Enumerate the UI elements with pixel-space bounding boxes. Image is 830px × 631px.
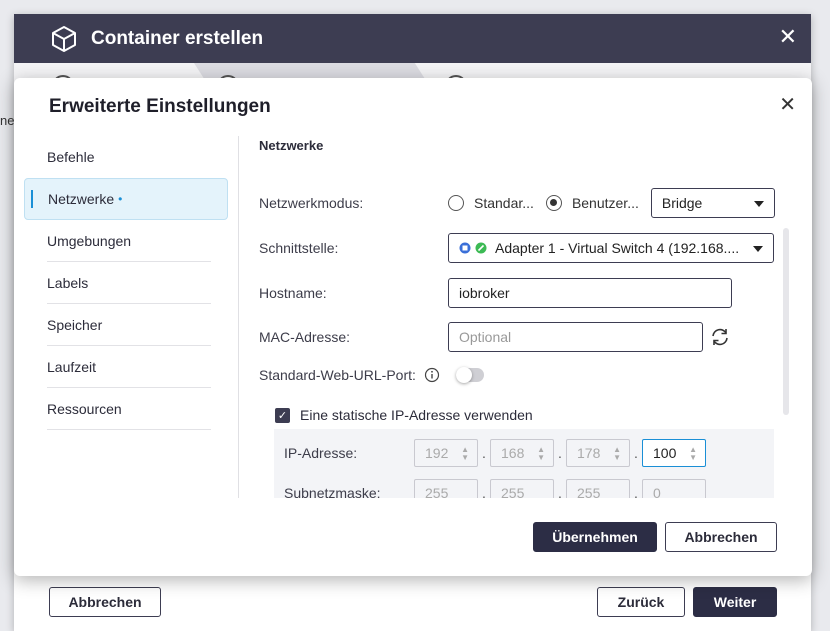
sidebar-item-label: Speicher xyxy=(47,317,103,333)
spinner-icon: ▲ ▼ xyxy=(537,445,545,462)
dialog-footer: Übernehmen Abbrechen xyxy=(533,522,777,552)
sidebar-item-netzwerke[interactable]: Netzwerke • xyxy=(24,178,228,220)
wizard-title: Container erstellen xyxy=(91,27,264,49)
wizard-header: Container erstellen ✕ xyxy=(14,14,811,63)
interface-row: Schnittstelle: Adapter 1 - Virtual Switc… xyxy=(259,233,774,263)
static-ip-label: Eine statische IP-Adresse verwenden xyxy=(300,407,533,423)
static-ip-panel: IP-Adresse: 192 ▲ ▼ . 168 ▲ ▼ . 178 ▲ ▼ . 100 ▲… xyxy=(274,429,774,498)
subnet-row: Subnetzmaske: 255 . 255 . 255 . 0 xyxy=(284,479,706,498)
ip-separator: . xyxy=(482,445,486,461)
web-url-port-toggle[interactable] xyxy=(455,367,484,383)
subnet-octet-value: 255 xyxy=(425,485,449,498)
ip-octet-value: 100 xyxy=(653,445,677,461)
select-value: Bridge xyxy=(661,195,703,211)
chevron-down-icon xyxy=(753,201,764,207)
mac-input[interactable]: Optional xyxy=(448,322,703,352)
static-ip-row: ✓ Eine statische IP-Adresse verwenden xyxy=(275,407,533,423)
radio-standard[interactable]: Standar... xyxy=(448,195,534,211)
ip-octet-value: 178 xyxy=(577,445,601,461)
subnet-octet-value: 0 xyxy=(653,485,661,498)
sidebar-item-label: Befehle xyxy=(47,149,95,165)
sidebar-item-label: Laufzeit xyxy=(47,359,97,375)
container-cube-icon xyxy=(52,25,76,52)
subnet-octet-value: 255 xyxy=(577,485,601,498)
divider xyxy=(238,136,239,498)
network-mode-label: Netzwerkmodus: xyxy=(259,195,364,211)
close-icon[interactable]: ✕ xyxy=(779,92,796,117)
sidebar-item-laufzeit[interactable]: Laufzeit xyxy=(24,346,228,388)
sidebar-item-label: Labels xyxy=(47,275,89,291)
sidebar-item-label: Umgebungen xyxy=(47,233,132,249)
subnet-octet-4[interactable]: 0 xyxy=(642,479,706,498)
chevron-down-icon xyxy=(753,246,763,252)
mac-row: MAC-Adresse: Optional xyxy=(259,322,731,352)
refresh-icon[interactable] xyxy=(709,326,731,348)
wizard-back-button[interactable]: Zurück xyxy=(597,587,685,617)
hostname-row: Hostname: iobroker xyxy=(259,278,732,308)
subnet-octet-2[interactable]: 255 xyxy=(490,479,554,498)
ip-address-row: IP-Adresse: 192 ▲ ▼ . 168 ▲ ▼ . 178 ▲ ▼ . 100 ▲… xyxy=(284,439,706,467)
wizard-close-icon[interactable]: ✕ xyxy=(779,26,797,48)
ip-octet-value: 192 xyxy=(425,445,449,461)
subnet-octet-value: 255 xyxy=(501,485,525,498)
ip-octet-4[interactable]: 100 ▲ ▼ xyxy=(642,439,706,467)
interface-select[interactable]: Adapter 1 - Virtual Switch 4 (192.168...… xyxy=(448,233,774,263)
wizard-cancel-button[interactable]: Abbrechen xyxy=(49,587,161,617)
ip-separator: . xyxy=(558,445,562,461)
sidebar-item-umgebungen[interactable]: Umgebungen xyxy=(24,220,228,262)
cancel-button[interactable]: Abbrechen xyxy=(665,522,777,552)
ip-octet-1[interactable]: 192 ▲ ▼ xyxy=(414,439,478,467)
radio-circle-selected xyxy=(545,195,562,211)
spinner-icon: ▲ ▼ xyxy=(689,445,697,462)
radio-circle xyxy=(448,195,464,211)
network-mode-select[interactable]: Bridge xyxy=(650,188,775,218)
adapter-icon xyxy=(459,242,471,254)
interface-label: Schnittstelle: xyxy=(259,240,339,256)
hostname-input[interactable]: iobroker xyxy=(448,278,732,308)
modified-indicator: • xyxy=(118,192,123,206)
info-icon[interactable] xyxy=(424,367,440,383)
select-value: Adapter 1 - Virtual Switch 4 (192.168...… xyxy=(495,240,740,256)
radio-custom[interactable]: Benutzer... xyxy=(545,195,639,211)
dialog-title: Erweiterte Einstellungen xyxy=(49,96,271,117)
subnet-octet-1[interactable]: 255 xyxy=(414,479,478,498)
advanced-settings-dialog: Erweiterte Einstellungen ✕ Befehle Netzw… xyxy=(14,78,812,576)
sidebar-item-label: Ressourcen xyxy=(47,401,122,417)
ip-octet-3[interactable]: 178 ▲ ▼ xyxy=(566,439,630,467)
sidebar-item-label: Netzwerke xyxy=(48,191,115,207)
ip-octet-2[interactable]: 168 ▲ ▼ xyxy=(490,439,554,467)
ip-octet-value: 168 xyxy=(501,445,525,461)
web-url-port-row: Standard-Web-URL-Port: xyxy=(259,367,484,383)
content-scrollbar[interactable] xyxy=(783,228,789,415)
sidebar-item-speicher[interactable]: Speicher xyxy=(24,304,228,346)
network-settings-panel: Netzwerke Netzwerkmodus: Standar... Benu… xyxy=(259,136,789,498)
section-title: Netzwerke xyxy=(259,138,324,153)
connected-status-icon xyxy=(475,242,487,254)
mac-label: MAC-Adresse: xyxy=(259,329,351,345)
sidebar-item-ressourcen[interactable]: Ressourcen xyxy=(24,388,228,430)
subnet-separator: . xyxy=(634,485,638,498)
settings-sidebar: Befehle Netzwerke • Umgebungen Labels Sp… xyxy=(24,136,228,430)
subnet-separator: . xyxy=(558,485,562,498)
hostname-label: Hostname: xyxy=(259,285,327,301)
ip-address-label: IP-Adresse: xyxy=(284,445,358,461)
apply-button[interactable]: Übernehmen xyxy=(533,522,657,552)
web-url-port-label: Standard-Web-URL-Port: xyxy=(259,367,416,383)
radio-label: Standar... xyxy=(474,195,534,211)
ip-separator: . xyxy=(634,445,638,461)
background-text-fragment: ne xyxy=(0,113,15,128)
subnet-label: Subnetzmaske: xyxy=(284,485,381,498)
static-ip-checkbox[interactable]: ✓ xyxy=(275,407,290,423)
spinner-icon: ▲ ▼ xyxy=(613,445,621,462)
radio-label: Benutzer... xyxy=(571,195,639,211)
network-mode-row: Netzwerkmodus: Standar... Benutzer... Br… xyxy=(259,188,775,218)
subnet-separator: . xyxy=(482,485,486,498)
wizard-next-button[interactable]: Weiter xyxy=(693,587,777,617)
sidebar-item-labels[interactable]: Labels xyxy=(24,262,228,304)
subnet-octet-3[interactable]: 255 xyxy=(566,479,630,498)
sidebar-item-befehle[interactable]: Befehle xyxy=(24,136,228,178)
spinner-icon: ▲ ▼ xyxy=(461,445,469,462)
